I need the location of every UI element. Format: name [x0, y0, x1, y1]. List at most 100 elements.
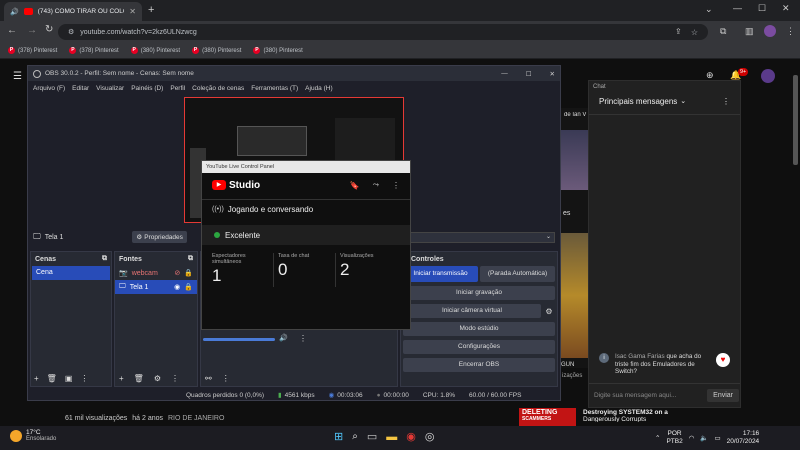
send-button[interactable]: Enviar [707, 389, 739, 402]
scrollbar[interactable] [793, 75, 798, 165]
chrome-icon[interactable]: ◉ [406, 430, 416, 443]
source-item-webcam[interactable]: 📷 webcam ⊘ 🔒 [115, 266, 197, 280]
forward-icon[interactable]: → [27, 25, 37, 36]
menu-help[interactable]: Ajuda (H) [305, 85, 332, 92]
battery-icon[interactable]: ▭ [714, 434, 720, 442]
link-icon[interactable]: ⚯ [205, 374, 212, 383]
recommended-thumbnail[interactable]: DELETING SCAMMERS [519, 408, 576, 426]
obs-minimize-icon[interactable]: — [501, 70, 508, 77]
bookmark-item[interactable]: P (380) Pinterest [253, 47, 303, 54]
lock-icon[interactable]: 🔒 [184, 269, 193, 277]
volume-icon[interactable]: 🔈 [700, 434, 708, 442]
volume-slider[interactable] [203, 338, 275, 341]
bookmark-item[interactable]: P (378) Pinterest [69, 47, 119, 54]
maximize-icon[interactable]: ☐ [758, 3, 766, 14]
dock-undock-icon[interactable]: ⧉ [102, 255, 107, 263]
profile-avatar[interactable] [764, 25, 776, 37]
reload-icon[interactable]: ↻ [45, 24, 53, 35]
youtube-logo-icon: ▶ [212, 180, 226, 190]
game-thumbnail[interactable] [561, 233, 588, 358]
share-icon[interactable]: ⤳ [373, 180, 379, 190]
clock[interactable]: 17:16 20/07/2024 [727, 430, 760, 446]
properties-button[interactable]: ⚙ Propriedades [132, 231, 187, 243]
hamburger-icon[interactable]: ☰ [13, 71, 22, 82]
wifi-icon[interactable]: ◠ [689, 434, 695, 442]
chat-more-icon[interactable]: ⋮ [722, 97, 730, 106]
tray-chevron-icon[interactable]: ⌃ [655, 434, 660, 442]
mixer-menu-icon[interactable]: ⋮ [299, 334, 307, 343]
save-icon[interactable]: 🔖 [350, 181, 360, 190]
hidden-eye-icon[interactable]: ⊘ [174, 269, 180, 277]
back-icon[interactable]: ← [7, 25, 17, 36]
bookmark-item[interactable]: P (380) Pinterest [130, 47, 180, 54]
stat-concurrent: Espectadores simultâneos 1 [212, 253, 274, 287]
settings-button[interactable]: Configurações [403, 340, 555, 354]
obs-taskbar-icon[interactable]: ◎ [425, 430, 435, 443]
remove-source-icon[interactable]: 🗑 [134, 374, 144, 383]
add-scene-icon[interactable]: + [34, 374, 39, 383]
scene-filter-icon[interactable]: ▣ [65, 374, 73, 383]
source-item-screen[interactable]: 🖵 Tela 1 ◉ 🔒 [115, 280, 197, 294]
source-menu-icon[interactable]: ⋮ [171, 374, 179, 383]
menu-docks[interactable]: Painéis (D) [131, 85, 163, 92]
rec-subtitle: Dangerously Corrupts [583, 416, 647, 422]
sidepanel-icon[interactable]: ▥ [745, 26, 754, 37]
windows-start-icon[interactable]: ⊞ [334, 430, 343, 443]
auto-stop-button[interactable]: (Parada Automática) [480, 266, 555, 282]
site-info-icon[interactable]: ⚙ [68, 28, 74, 36]
menu-file[interactable]: Arquivo (F) [33, 85, 65, 92]
extensions-icon[interactable]: ⧉ [720, 26, 726, 37]
scene-item[interactable]: Cena [32, 266, 110, 280]
minimize-icon[interactable]: — [733, 3, 742, 13]
lock-icon[interactable]: 🔒 [184, 283, 193, 291]
speaker-icon[interactable]: 🔊 [279, 334, 288, 342]
tab-close-icon[interactable]: ✕ [129, 7, 136, 16]
menu-profile[interactable]: Perfil [170, 85, 185, 92]
eye-icon[interactable]: ◉ [174, 283, 180, 291]
share-icon[interactable]: ⇪ [675, 27, 682, 36]
scene-menu-icon[interactable]: ⋮ [80, 374, 88, 383]
source-settings-icon[interactable]: ⚙ [154, 374, 161, 383]
menu-view[interactable]: Visualizar [96, 85, 124, 92]
task-view-icon[interactable]: ▭ [367, 430, 377, 443]
more-icon[interactable]: ⋮ [392, 181, 400, 190]
weather-temp: 17°C [26, 429, 41, 436]
streamer-thumbnail[interactable] [561, 130, 588, 190]
menu-edit[interactable]: Editar [72, 85, 89, 92]
bookmark-item[interactable]: P (380) Pinterest [192, 47, 241, 54]
start-stream-button[interactable]: Iniciar transmissão [403, 266, 478, 282]
obs-close-icon[interactable]: ✕ [550, 70, 555, 78]
obs-maximize-icon[interactable]: ☐ [526, 70, 532, 78]
heart-icon[interactable]: ♥ [716, 353, 730, 367]
recommended-item[interactable]: Destroying SYSTEM32 on a Dangerously Cor… [583, 409, 703, 422]
address-bar[interactable]: ⚙ youtube.com/watch?v=2kz6ULNzwcg ☆ [58, 24, 708, 40]
studio-mode-button[interactable]: Modo estúdio [403, 322, 555, 336]
dock-undock-icon[interactable]: ⧉ [188, 255, 193, 263]
account-avatar[interactable] [761, 69, 775, 83]
source-dropdown[interactable]: ⌄ [405, 231, 555, 243]
virtual-camera-button[interactable]: Iniciar câmera virtual [403, 304, 541, 318]
bookmark-item[interactable]: P (378) Pinterest [8, 47, 57, 54]
menu-tools[interactable]: Ferramentas (T) [251, 85, 298, 92]
virtual-camera-settings-icon[interactable]: ⚙ [543, 307, 555, 316]
remove-scene-icon[interactable]: 🗑 [47, 374, 57, 383]
close-window-icon[interactable]: ✕ [782, 3, 790, 14]
new-tab-button[interactable]: + [148, 4, 154, 16]
chevron-down-icon[interactable]: ⌄ [680, 97, 686, 105]
bookmark-star-icon[interactable]: ☆ [691, 28, 698, 37]
search-icon[interactable]: ⌕ [352, 431, 358, 442]
menu-scene-collection[interactable]: Coleção de cenas [192, 85, 244, 92]
add-source-icon[interactable]: + [119, 374, 124, 383]
tab-search-icon[interactable]: ⌄ [705, 4, 713, 15]
weather-widget[interactable]: 17°C Ensolarado [10, 429, 56, 442]
exit-button[interactable]: Encerrar OBS [403, 358, 555, 372]
mixer-options-icon[interactable]: ⋮ [222, 374, 230, 383]
browser-tab-strip: 🔊 (743) COMO TIRAR OU COLOC ✕ + ⌄ — ☐ ✕ [0, 0, 800, 21]
file-explorer-icon[interactable]: ▬ [386, 431, 397, 443]
chat-mode-dropdown[interactable]: Principais mensagens [599, 97, 677, 106]
browser-tab[interactable]: 🔊 (743) COMO TIRAR OU COLOC ✕ [4, 2, 142, 21]
start-recording-button[interactable]: Iniciar gravação [403, 286, 555, 300]
chat-input[interactable]: Digite sua mensagem aqui... [594, 392, 703, 399]
browser-menu-icon[interactable]: ⋮ [786, 26, 795, 37]
language-indicator[interactable]: POR PTB2 [666, 430, 682, 446]
